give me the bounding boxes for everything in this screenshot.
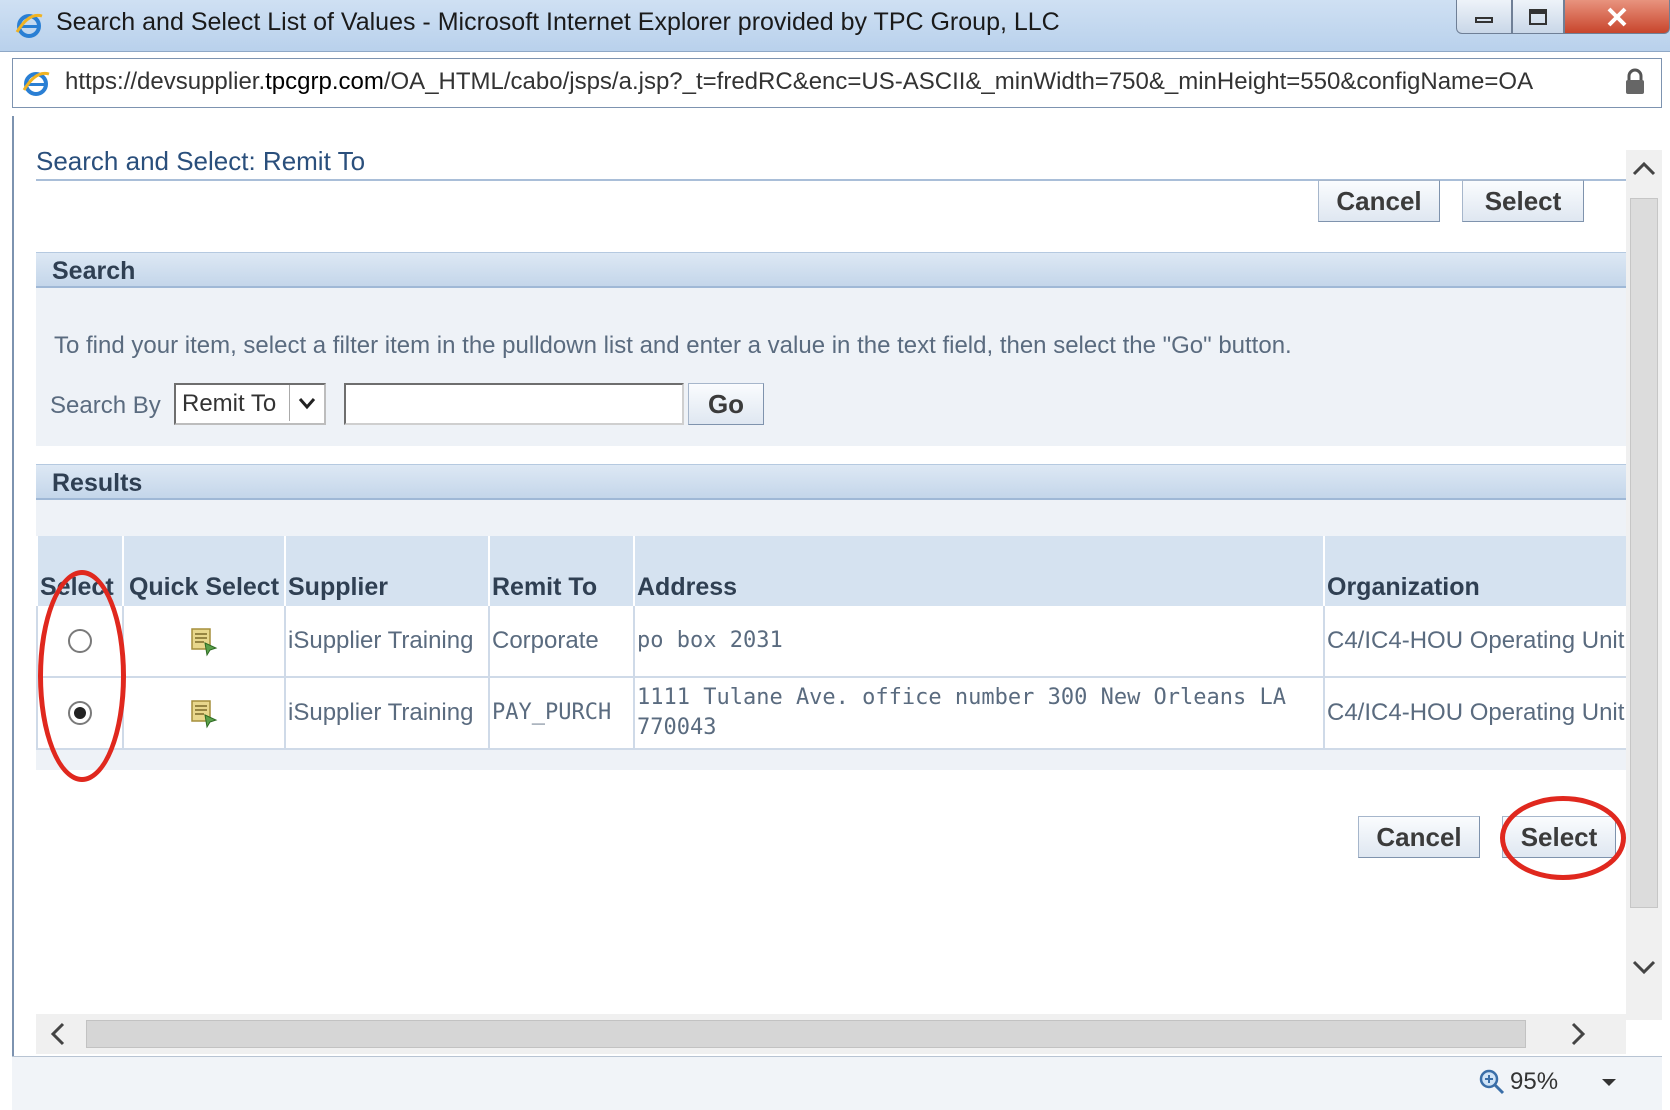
quick-select-cell <box>122 606 285 678</box>
go-button[interactable]: Go <box>688 383 764 425</box>
scroll-right-icon[interactable] <box>1566 1020 1590 1048</box>
scroll-down-icon[interactable] <box>1630 956 1658 978</box>
supplier-cell: iSupplier Training <box>284 606 489 678</box>
zoom-icon[interactable] <box>1478 1068 1506 1096</box>
horizontal-scroll-thumb[interactable] <box>86 1020 1526 1048</box>
minimize-button[interactable] <box>1456 0 1512 34</box>
maximize-icon <box>1529 8 1547 25</box>
search-value-input[interactable] <box>344 383 684 425</box>
organization-cell: C4/IC4-HOU Operating Unit <box>1323 677 1629 750</box>
page-title: Search and Select: Remit To <box>36 146 366 176</box>
lock-icon <box>1626 68 1644 94</box>
address-cell: po box 2031 <box>633 606 1324 678</box>
address-bar[interactable]: https://devsupplier.tpcgrp.com/OA_HTML/c… <box>12 58 1662 108</box>
chevron-down-icon <box>298 398 315 410</box>
results-section-header: Results <box>36 464 1628 500</box>
url-path: /OA_HTML/cabo/jsps/a.jsp?_t=fredRC&enc=U… <box>383 68 1534 95</box>
search-section-header: Search <box>36 252 1628 288</box>
col-header-supplier[interactable]: Supplier <box>284 536 489 606</box>
col-header-quick-select: Quick Select <box>122 536 285 606</box>
cancel-button-top[interactable]: Cancel <box>1318 180 1440 222</box>
url-host: tpcgrp.com <box>265 68 384 95</box>
annotation-circle-select <box>1500 796 1626 880</box>
quick-select-icon[interactable] <box>189 625 219 657</box>
close-icon <box>1607 7 1627 26</box>
table-header-row: Select Quick Select Supplier Remit To Ad… <box>36 536 1629 606</box>
annotation-circle-radio <box>38 570 126 782</box>
scroll-left-icon[interactable] <box>46 1020 70 1048</box>
table-row: iSupplier Training PAY_PURCH 1111 Tulane… <box>36 677 1629 750</box>
search-instructions: To find your item, select a filter item … <box>54 332 1292 359</box>
quick-select-icon[interactable] <box>189 697 219 729</box>
remit-to-cell: PAY_PURCH <box>488 677 634 750</box>
scroll-up-icon[interactable] <box>1630 158 1658 180</box>
window-title: Search and Select List of Values - Micro… <box>56 8 1060 36</box>
table-row: iSupplier Training Corporate po box 2031… <box>36 606 1629 678</box>
select-button-top[interactable]: Select <box>1462 180 1584 222</box>
maximize-button[interactable] <box>1512 0 1564 34</box>
col-header-address[interactable]: Address <box>633 536 1324 606</box>
close-window-button[interactable] <box>1564 0 1670 34</box>
remit-to-cell: Corporate <box>488 606 634 678</box>
url-text[interactable]: https://devsupplier.tpcgrp.com/OA_HTML/c… <box>65 68 1585 96</box>
vertical-scroll-thumb[interactable] <box>1630 198 1658 908</box>
zoom-dropdown-icon[interactable] <box>1600 1076 1618 1088</box>
col-header-remit-to[interactable]: Remit To <box>488 536 634 606</box>
status-bar <box>12 1056 1662 1110</box>
select-dropdown-button[interactable] <box>289 385 323 421</box>
url-prefix: https://devsupplier. <box>65 68 266 95</box>
zoom-level[interactable]: 95% <box>1510 1068 1558 1096</box>
ie-page-icon <box>22 71 50 96</box>
supplier-cell: iSupplier Training <box>284 677 489 750</box>
organization-cell: C4/IC4-HOU Operating Unit <box>1323 606 1629 678</box>
address-cell: 1111 Tulane Ave. office number 300 New O… <box>633 677 1324 750</box>
ie-logo-icon <box>15 13 43 38</box>
col-header-organization[interactable]: Organization <box>1323 536 1629 606</box>
quick-select-cell <box>122 677 285 750</box>
results-table: Select Quick Select Supplier Remit To Ad… <box>36 536 1629 750</box>
cancel-button-bottom[interactable]: Cancel <box>1358 816 1480 858</box>
search-by-label: Search By <box>50 392 161 419</box>
minimize-icon <box>1475 16 1493 23</box>
